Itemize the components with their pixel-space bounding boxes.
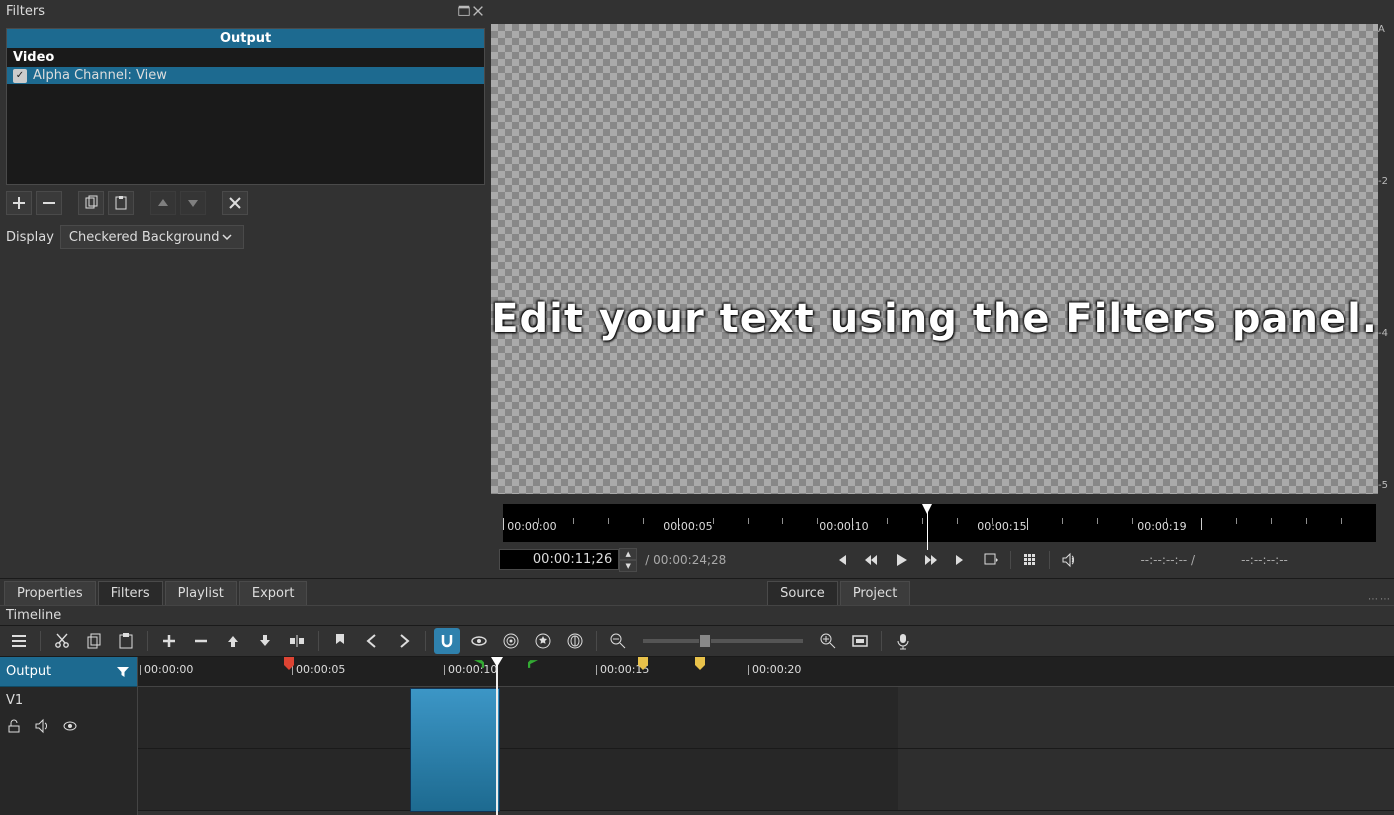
add-filter-button[interactable] [6, 191, 32, 215]
out-point-marker[interactable] [528, 657, 538, 671]
play-button[interactable] [890, 549, 912, 571]
timecode-input[interactable]: 00:00:11;26 [499, 549, 619, 570]
inout-text2: --:--:--:-- [1241, 553, 1288, 567]
overwrite-button[interactable] [252, 628, 278, 654]
inout-text: --:--:--:-- / [1140, 553, 1195, 567]
player-controls: 00:00:11;26 ▲▼ / 00:00:24;28 --:--:--:--… [499, 546, 1376, 574]
prev-marker-button[interactable] [359, 628, 385, 654]
move-filter-down-button[interactable] [180, 191, 206, 215]
move-filter-up-button[interactable] [150, 191, 176, 215]
track-v1-b[interactable] [138, 749, 1394, 811]
close-panel-icon[interactable] [471, 4, 485, 18]
marker-yellow-1[interactable] [638, 657, 648, 671]
marker-red[interactable] [284, 657, 294, 671]
volume-button[interactable] [1058, 549, 1080, 571]
timeline-tracks-area[interactable]: 00:00:00 00:00:05 00:00:10 00:00:15 00:0… [138, 657, 1394, 815]
filters-category: Video [7, 48, 484, 67]
zoom-menu-button[interactable] [980, 549, 1002, 571]
filters-list: Output Video ✓ Alpha Channel: View [6, 28, 485, 185]
track-name: V1 [6, 693, 131, 708]
rewind-button[interactable] [860, 549, 882, 571]
timeline-toolbar [0, 625, 1394, 657]
filter-item[interactable]: ✓ Alpha Channel: View [7, 67, 484, 84]
filters-panel: Filters Output Video ✓ Alpha Channel: Vi… [0, 0, 491, 578]
lift-button[interactable] [220, 628, 246, 654]
marker-yellow-2[interactable] [695, 657, 705, 671]
filters-panel-title: Filters [6, 4, 45, 19]
tab-project[interactable]: Project [840, 581, 910, 605]
cut-button[interactable] [49, 628, 75, 654]
chevron-down-icon [219, 229, 235, 245]
record-audio-button[interactable] [890, 628, 916, 654]
marker-button[interactable] [327, 628, 353, 654]
tab-export[interactable]: Export [239, 581, 308, 605]
zoom-in-button[interactable] [815, 628, 841, 654]
timecode-stepper[interactable]: ▲▼ [619, 548, 637, 572]
clip[interactable] [410, 688, 500, 812]
player-ruler[interactable]: 00:00:00 00:00:05 00:00:10 00:00:15 00:0… [503, 504, 1376, 542]
paste-filter-button[interactable] [108, 191, 134, 215]
snap-button[interactable] [434, 628, 460, 654]
ripple-all-button[interactable] [530, 628, 556, 654]
timeline-ruler[interactable]: 00:00:00 00:00:05 00:00:10 00:00:15 00:0… [138, 657, 1394, 687]
ripple-button[interactable] [498, 628, 524, 654]
filter-item-label: Alpha Channel: View [33, 68, 167, 83]
timeline-menu-button[interactable] [6, 628, 32, 654]
preview-panel: Edit your text using the Filters panel. … [491, 0, 1394, 578]
lock-icon[interactable] [6, 718, 22, 734]
display-label: Display [6, 230, 54, 245]
zoom-out-button[interactable] [605, 628, 631, 654]
resize-handle[interactable]: ⋯⋯ [1366, 594, 1394, 605]
output-track-label: Output [6, 664, 51, 679]
track-v1[interactable] [138, 687, 1394, 749]
ripple-markers-button[interactable] [562, 628, 588, 654]
zoom-slider[interactable] [643, 639, 803, 643]
fast-forward-button[interactable] [920, 549, 942, 571]
append-button[interactable] [156, 628, 182, 654]
undock-icon[interactable] [457, 4, 471, 18]
tab-playlist[interactable]: Playlist [165, 581, 237, 605]
timeline-titlebar: Timeline [0, 605, 1394, 625]
filter-checkbox[interactable]: ✓ [13, 69, 27, 83]
filters-toolbar [6, 189, 485, 217]
player-playhead[interactable] [922, 504, 932, 514]
mute-icon[interactable] [34, 718, 50, 734]
skip-next-button[interactable] [950, 549, 972, 571]
tab-source[interactable]: Source [767, 581, 838, 605]
preview-canvas[interactable]: Edit your text using the Filters panel. [491, 24, 1378, 494]
paste-button[interactable] [113, 628, 139, 654]
timeline-body: Output V1 00:00:00 00:00:05 00:00:10 00:… [0, 657, 1394, 815]
ripple-delete-button[interactable] [188, 628, 214, 654]
preview-text: Edit your text using the Filters panel. [491, 296, 1378, 342]
output-track-header[interactable]: Output [0, 657, 137, 687]
timeline-playhead[interactable] [496, 657, 498, 815]
copy-filter-button[interactable] [78, 191, 104, 215]
scrub-button[interactable] [466, 628, 492, 654]
timeline-track-headers: Output V1 [0, 657, 138, 815]
zoom-fit-button[interactable] [847, 628, 873, 654]
tab-filters[interactable]: Filters [98, 581, 163, 605]
deselect-filter-button[interactable] [222, 191, 248, 215]
filters-list-header: Output [7, 29, 484, 48]
tab-properties[interactable]: Properties [4, 581, 96, 605]
filters-panel-titlebar: Filters [0, 0, 491, 22]
next-marker-button[interactable] [391, 628, 417, 654]
display-select-value: Checkered Background [69, 230, 220, 245]
peak-meter-scale: A -2 -4 -5 [1378, 0, 1394, 504]
copy-button[interactable] [81, 628, 107, 654]
tabbars: PropertiesFiltersPlaylistExport SourcePr… [0, 578, 1394, 605]
skip-previous-button[interactable] [830, 549, 852, 571]
display-select[interactable]: Checkered Background [60, 225, 245, 249]
hide-icon[interactable] [62, 718, 78, 734]
grid-menu-button[interactable] [1019, 549, 1041, 571]
remove-filter-button[interactable] [36, 191, 62, 215]
in-point-marker[interactable] [474, 657, 484, 671]
filter-icon [115, 664, 131, 680]
track-v1-header[interactable]: V1 [0, 687, 137, 815]
split-button[interactable] [284, 628, 310, 654]
